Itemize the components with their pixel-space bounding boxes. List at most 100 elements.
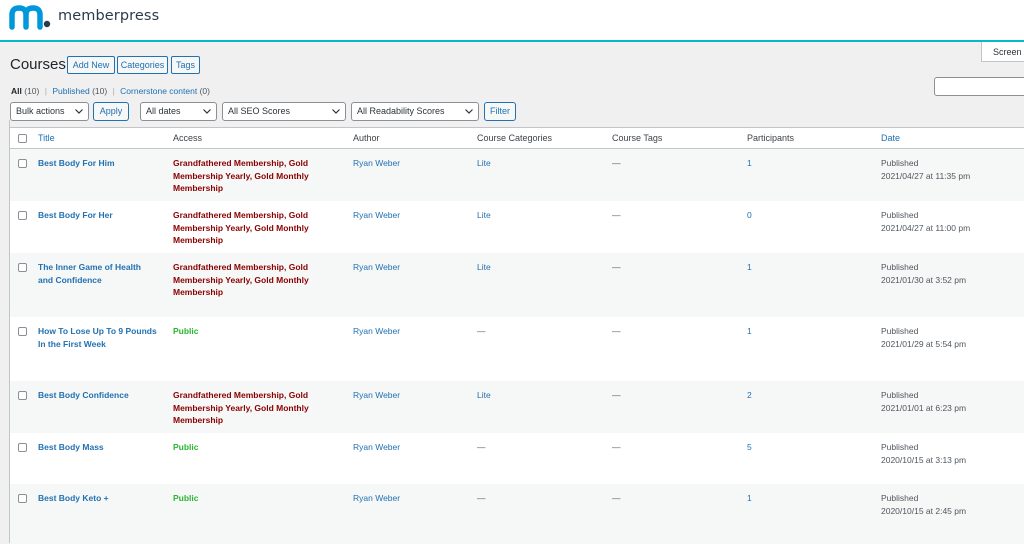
view-published-count: (10) [92, 86, 108, 96]
seo-scores-select[interactable]: All SEO Scores [222, 102, 346, 121]
access-levels-line: Grandfathered Membership, Gold [173, 158, 309, 168]
column-author: Author [353, 133, 380, 143]
view-published[interactable]: Published [52, 86, 89, 96]
view-separator: | [44, 86, 47, 96]
row-checkbox[interactable] [18, 159, 27, 168]
course-category[interactable]: Lite [477, 389, 491, 402]
course-category[interactable]: Lite [477, 261, 491, 274]
author-link[interactable]: Ryan Weber [353, 492, 400, 505]
access-levels-line: Public [173, 326, 199, 336]
date-cell: Published 2021/01/29 at 5:54 pm [881, 325, 966, 350]
memberpress-logo-icon [9, 5, 51, 30]
add-new-button[interactable]: Add New [67, 56, 115, 74]
top-bar: memberpress [0, 0, 1024, 42]
access-levels-line: Membership Yearly, Gold Monthly [173, 402, 309, 413]
table-row: Best Body For Him Grandfathered Membershi… [10, 149, 1024, 201]
course-title-link[interactable]: Best Body Confidence [38, 389, 168, 402]
readability-scores-value: All Readability Scores [357, 106, 445, 116]
participants-count[interactable]: 2 [747, 389, 752, 402]
participants-count[interactable]: 1 [747, 157, 752, 170]
access-levels-line: Public [173, 493, 199, 503]
access-levels-line: Membership [173, 415, 224, 426]
author-link[interactable]: Ryan Weber [353, 209, 400, 222]
screen-options-tab[interactable]: Screen C [981, 42, 1024, 62]
author-link[interactable]: Ryan Weber [353, 325, 400, 338]
readability-scores-select[interactable]: All Readability Scores [351, 102, 479, 121]
author-link[interactable]: Ryan Weber [353, 157, 400, 170]
bulk-actions-select[interactable]: Bulk actions [10, 102, 89, 121]
access-levels-line: Membership Yearly, Gold Monthly [173, 222, 309, 233]
row-checkbox[interactable] [18, 263, 27, 272]
column-date[interactable]: Date [881, 133, 900, 143]
course-title-link-line: and Confidence [38, 274, 102, 285]
tags-button[interactable]: Tags [171, 56, 200, 74]
chevron-down-icon [332, 109, 340, 114]
course-category[interactable]: Lite [477, 209, 491, 222]
post-status: Published [881, 390, 919, 400]
table-row: Best Body Confidence Grandfathered Member… [10, 381, 1024, 433]
course-title-link-line: Best Body Mass [38, 442, 104, 452]
post-date: 2021/04/27 at 11:00 pm [881, 222, 971, 233]
row-checkbox[interactable] [18, 391, 27, 400]
access-levels: Public [173, 441, 333, 454]
course-title-link[interactable]: Best Body Mass [38, 441, 168, 454]
column-access: Access [173, 133, 203, 143]
course-category[interactable]: Lite [477, 157, 491, 170]
participants-count[interactable]: 1 [747, 261, 752, 274]
access-levels: Public [173, 492, 333, 505]
table-row: Best Body For Her Grandfathered Membershi… [10, 201, 1024, 253]
course-tags: — [612, 390, 621, 400]
course-title-link[interactable]: Best Body For Her [38, 209, 168, 222]
row-checkbox[interactable] [18, 443, 27, 452]
date-cell: Published 2021/04/27 at 11:00 pm [881, 209, 970, 234]
course-title-link-line: Best Body For Him [38, 158, 115, 168]
access-levels-line: Membership [173, 183, 224, 194]
course-title-link[interactable]: Best Body Keto + [38, 492, 168, 505]
author-link[interactable]: Ryan Weber [353, 441, 400, 454]
course-title-link[interactable]: The Inner Game of Health and Confidence [38, 261, 168, 286]
column-course-categories: Course Categories [477, 133, 553, 143]
participants-count[interactable]: 0 [747, 209, 752, 222]
row-checkbox[interactable] [18, 494, 27, 503]
search-input[interactable] [934, 77, 1024, 96]
course-tags: — [612, 493, 621, 503]
select-all-checkbox[interactable] [18, 134, 27, 143]
author-link[interactable]: Ryan Weber [353, 389, 400, 402]
access-levels: Grandfathered Membership, Gold Membership… [173, 157, 333, 195]
access-levels-line: Grandfathered Membership, Gold [173, 262, 309, 272]
course-title-link[interactable]: How To Lose Up To 9 Pounds In the First W… [38, 325, 168, 350]
bulk-actions-value: Bulk actions [16, 106, 65, 116]
author-link[interactable]: Ryan Weber [353, 261, 400, 274]
view-separator: | [112, 86, 115, 96]
apply-button[interactable]: Apply [93, 102, 129, 121]
row-checkbox[interactable] [18, 211, 27, 220]
view-cornerstone[interactable]: Cornerstone content [120, 86, 197, 96]
column-title[interactable]: Title [38, 133, 55, 143]
column-participants: Participants [747, 133, 795, 143]
access-levels-line: Grandfathered Membership, Gold [173, 390, 309, 400]
dates-select[interactable]: All dates [140, 102, 217, 121]
date-cell: Published 2020/10/15 at 2:45 pm [881, 492, 966, 517]
participants-count[interactable]: 5 [747, 441, 752, 454]
view-all[interactable]: All [11, 86, 22, 96]
table-row: The Inner Game of Health and Confidence Gr… [10, 253, 1024, 317]
course-category: — [477, 326, 486, 336]
page-title: Courses [10, 56, 66, 73]
date-cell: Published 2021/01/30 at 3:52 pm [881, 261, 966, 286]
categories-button[interactable]: Categories [117, 56, 168, 74]
course-title-link-line: Best Body For Her [38, 210, 113, 220]
participants-count[interactable]: 1 [747, 325, 752, 338]
course-title-link[interactable]: Best Body For Him [38, 157, 168, 170]
table-row: How To Lose Up To 9 Pounds In the First W… [10, 317, 1024, 381]
access-levels: Grandfathered Membership, Gold Membership… [173, 389, 333, 427]
post-status: Published [881, 262, 919, 272]
row-checkbox[interactable] [18, 327, 27, 336]
table-row: Best Body Mass Public Ryan Weber — — 5 Publish… [10, 433, 1024, 484]
course-tags: — [612, 158, 621, 168]
participants-count[interactable]: 1 [747, 492, 752, 505]
course-tags: — [612, 442, 621, 452]
seo-scores-value: All SEO Scores [228, 106, 291, 116]
filter-button[interactable]: Filter [484, 102, 516, 121]
access-levels-line: Membership Yearly, Gold Monthly [173, 274, 309, 285]
access-levels-line: Membership [173, 235, 224, 246]
